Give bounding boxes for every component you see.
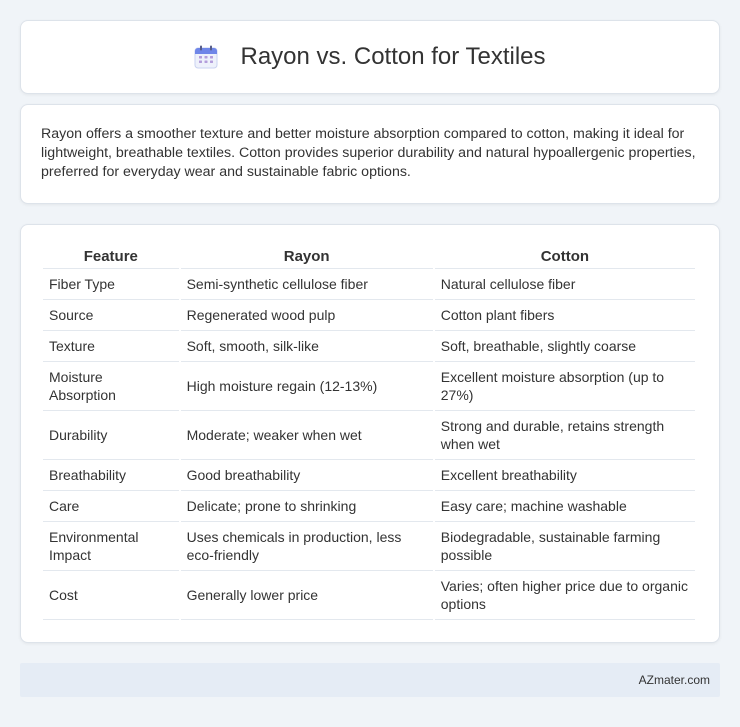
cotton-cell: Excellent moisture absorption (up to 27%… <box>434 362 695 411</box>
feature-cell: Care <box>43 491 179 522</box>
table-row: Moisture Absorption High moisture regain… <box>43 362 695 411</box>
feature-cell: Breathability <box>43 460 179 491</box>
summary-card: Rayon offers a smoother texture and bett… <box>20 104 720 204</box>
table-row: Environmental Impact Uses chemicals in p… <box>43 522 695 571</box>
feature-cell: Moisture Absorption <box>43 362 179 411</box>
comparison-table: Feature Rayon Cotton Fiber Type Semi-syn… <box>41 243 697 620</box>
summary-text: Rayon offers a smoother texture and bett… <box>41 126 696 180</box>
table-row: Source Regenerated wood pulp Cotton plan… <box>43 300 695 331</box>
cotton-cell: Easy care; machine washable <box>434 491 695 522</box>
table-row: Fiber Type Semi-synthetic cellulose fibe… <box>43 269 695 300</box>
table-row: Care Delicate; prone to shrinking Easy c… <box>43 491 695 522</box>
footer-brand[interactable]: AZmater.com <box>639 673 710 687</box>
table-header-row: Feature Rayon Cotton <box>43 243 695 269</box>
cotton-cell: Soft, breathable, slightly coarse <box>434 331 695 362</box>
feature-cell: Source <box>43 300 179 331</box>
rayon-cell: Generally lower price <box>180 571 433 620</box>
rayon-cell: Good breathability <box>180 460 433 491</box>
rayon-cell: Moderate; weaker when wet <box>180 411 433 460</box>
table-row: Cost Generally lower price Varies; often… <box>43 571 695 620</box>
cotton-cell: Excellent breathability <box>434 460 695 491</box>
cotton-cell: Varies; often higher price due to organi… <box>434 571 695 620</box>
rayon-cell: Delicate; prone to shrinking <box>180 491 433 522</box>
rayon-cell: Regenerated wood pulp <box>180 300 433 331</box>
header-card: Rayon vs. Cotton for Textiles <box>20 20 720 94</box>
calendar-icon <box>194 45 218 69</box>
feature-cell: Fiber Type <box>43 269 179 300</box>
comparison-table-card: Feature Rayon Cotton Fiber Type Semi-syn… <box>20 224 720 643</box>
header-rayon: Rayon <box>180 243 433 269</box>
feature-cell: Environmental Impact <box>43 522 179 571</box>
rayon-cell: Semi-synthetic cellulose fiber <box>180 269 433 300</box>
cotton-cell: Cotton plant fibers <box>434 300 695 331</box>
rayon-cell: High moisture regain (12-13%) <box>180 362 433 411</box>
header-feature: Feature <box>43 243 179 269</box>
table-row: Durability Moderate; weaker when wet Str… <box>43 411 695 460</box>
cotton-cell: Biodegradable, sustainable farming possi… <box>434 522 695 571</box>
feature-cell: Texture <box>43 331 179 362</box>
page-title: Rayon vs. Cotton for Textiles <box>240 43 546 70</box>
cotton-cell: Strong and durable, retains strength whe… <box>434 411 695 460</box>
rayon-cell: Uses chemicals in production, less eco-f… <box>180 522 433 571</box>
footer-bar: AZmater.com <box>20 663 720 697</box>
table-row: Breathability Good breathability Excelle… <box>43 460 695 491</box>
cotton-cell: Natural cellulose fiber <box>434 269 695 300</box>
table-row: Texture Soft, smooth, silk-like Soft, br… <box>43 331 695 362</box>
feature-cell: Durability <box>43 411 179 460</box>
header-cotton: Cotton <box>434 243 695 269</box>
rayon-cell: Soft, smooth, silk-like <box>180 331 433 362</box>
feature-cell: Cost <box>43 571 179 620</box>
